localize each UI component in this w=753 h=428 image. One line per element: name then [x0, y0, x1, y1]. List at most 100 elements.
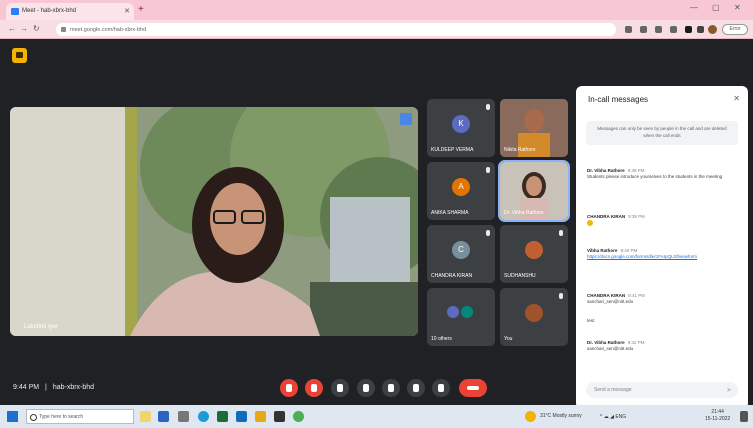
chat-input-placeholder: Send a message: [594, 387, 632, 393]
close-window-button[interactable]: ✕: [734, 3, 741, 12]
more-vert-icon: [438, 384, 444, 392]
weather-text[interactable]: 31°C Mostly sunny: [540, 413, 582, 419]
excel-icon[interactable]: [217, 411, 228, 422]
edge-icon[interactable]: [198, 411, 209, 422]
windows-start-icon[interactable]: [7, 411, 18, 422]
captions-button[interactable]: [331, 379, 349, 397]
self-tile[interactable]: You: [500, 288, 568, 346]
message-text: sanchari_sen@nitt.edu: [587, 346, 634, 351]
hand-icon: [413, 384, 419, 392]
emoji-button[interactable]: [357, 379, 375, 397]
explorer-icon[interactable]: [140, 411, 151, 422]
minimize-button[interactable]: —: [690, 3, 698, 12]
captions-icon: [337, 384, 343, 392]
mic-off-icon: [486, 230, 490, 236]
app-icon[interactable]: [274, 411, 285, 422]
new-tab-button[interactable]: +: [138, 4, 144, 15]
clock-date: 15-11-2022: [705, 416, 731, 422]
taskbar-clock[interactable]: 21:44 15-11-2022: [705, 409, 730, 423]
avatar: K: [452, 115, 470, 133]
message-time: 9:40 PM: [620, 248, 638, 253]
mic-off-icon: [559, 230, 563, 236]
participant-tile[interactable]: K KULDEEP VERMA: [427, 99, 495, 157]
mail-icon[interactable]: [236, 411, 247, 422]
separator: |: [45, 384, 47, 391]
sender-name: CHANDRA KIRAN: [587, 293, 626, 298]
participant-name: ANIKA SHARMA: [431, 210, 469, 216]
search-placeholder: Type here to search: [39, 414, 84, 420]
participant-name: SUDHANSHU: [504, 273, 536, 279]
browser-tab-strip: Meet - hab-xbrx-bhd ✕ + — ▢ ✕: [0, 0, 753, 20]
chat-message: Dr. Vibha Rathore 9:42 PM sanchari_sen@ni…: [587, 340, 737, 352]
tab-close-icon[interactable]: ✕: [124, 7, 130, 15]
system-tray[interactable]: ^ ☁ ◢ ENG: [600, 414, 626, 420]
camera-toggle-button[interactable]: [305, 379, 323, 397]
main-speaker-name: Lakshmi Iyer: [24, 324, 59, 330]
chat-notice: Messages can only be seen by people in t…: [586, 121, 738, 145]
extension-icon[interactable]: [670, 26, 677, 33]
thumbs-up-emoji-icon: [587, 220, 593, 226]
mic-off-icon: [486, 167, 490, 173]
weather-icon: [525, 411, 536, 422]
message-time: 9:41 PM: [628, 293, 645, 298]
reload-icon[interactable]: ↻: [33, 24, 40, 33]
emoji-icon: [363, 384, 369, 392]
update-button[interactable]: Error: [722, 24, 748, 35]
meeting-info: 9:44 PM | hab-xbrx-bhd: [13, 384, 94, 391]
maximize-button[interactable]: ▢: [712, 3, 720, 12]
mic-off-icon: [486, 104, 490, 110]
more-options-button[interactable]: [432, 379, 450, 397]
browser-tab-meet[interactable]: Meet - hab-xbrx-bhd ✕: [6, 3, 134, 20]
camera-indicator-icon[interactable]: [625, 26, 632, 33]
participant-tile[interactable]: SUDHANSHU: [500, 225, 568, 283]
sender-name: Dr. Vibha Rathore: [587, 168, 625, 173]
notification-icon[interactable]: [740, 411, 748, 422]
avatar: C: [452, 241, 470, 259]
pin-icon[interactable]: [400, 113, 412, 125]
tab-title: Meet - hab-xbrx-bhd: [22, 8, 77, 14]
meet-favicon-icon: [11, 8, 19, 15]
participant-tile[interactable]: C CHANDRA KIRAN: [427, 225, 495, 283]
back-icon[interactable]: ←: [8, 24, 16, 33]
participant-tile-selected[interactable]: Dr. Vibha Rathore: [498, 160, 570, 222]
close-icon[interactable]: ✕: [733, 94, 740, 103]
word-icon[interactable]: [158, 411, 169, 422]
browser-toolbar: ← → ↻ meet.google.com/hab-xbrx-bhd Error: [0, 20, 753, 39]
folder-icon[interactable]: [255, 411, 266, 422]
others-tile[interactable]: 10 others: [427, 288, 495, 346]
address-bar[interactable]: meet.google.com/hab-xbrx-bhd: [56, 23, 616, 36]
sidebar-icon[interactable]: [697, 26, 704, 33]
forward-icon[interactable]: →: [20, 24, 28, 33]
avatar: [525, 241, 543, 259]
leave-call-button[interactable]: [459, 379, 487, 397]
participant-tile[interactable]: Nikita Rathore: [500, 99, 568, 157]
chat-input[interactable]: Send a message ➤: [586, 382, 738, 398]
task-view-icon[interactable]: [178, 411, 189, 422]
url-text: meet.google.com/hab-xbrx-bhd: [70, 27, 147, 33]
os-taskbar: Type here to search 31°C Mostly sunny ^ …: [0, 405, 753, 428]
sender-name: Dr. Vibha Rathore: [587, 340, 625, 345]
camera-off-icon: [311, 384, 317, 392]
raise-hand-button[interactable]: [407, 379, 425, 397]
chrome-icon[interactable]: [293, 411, 304, 422]
meeting-code: hab-xbrx-bhd: [52, 384, 95, 391]
share-icon[interactable]: [640, 26, 647, 33]
send-icon[interactable]: ➤: [726, 386, 732, 394]
sender-name: Vibha Rathore: [587, 248, 618, 253]
participant-name: CHANDRA KIRAN: [431, 273, 473, 279]
participant-name: KULDEEP VERMA: [431, 147, 474, 153]
main-video-tile[interactable]: Lakshmi Iyer: [10, 107, 418, 336]
extensions-puzzle-icon[interactable]: [685, 26, 692, 33]
bookmark-star-icon[interactable]: [655, 26, 662, 33]
profile-avatar[interactable]: [708, 25, 717, 34]
mic-toggle-button[interactable]: [280, 379, 298, 397]
chat-message: CHANDRA KIRAN 9:39 PM: [587, 214, 737, 228]
message-link[interactable]: https://docs.google.com/forms/d/e/1FAIpQ…: [587, 254, 737, 260]
sender-name: CHANDRA KIRAN: [587, 214, 626, 219]
chat-message: Dr. Vibha Rathore 9:38 PM Students please…: [587, 168, 737, 180]
present-button[interactable]: [382, 379, 400, 397]
chat-message: Vibha Rathore 9:40 PM https://docs.google…: [587, 248, 737, 260]
mic-off-icon: [559, 293, 563, 299]
taskbar-search-input[interactable]: Type here to search: [26, 409, 134, 424]
participant-tile[interactable]: A ANIKA SHARMA: [427, 162, 495, 220]
